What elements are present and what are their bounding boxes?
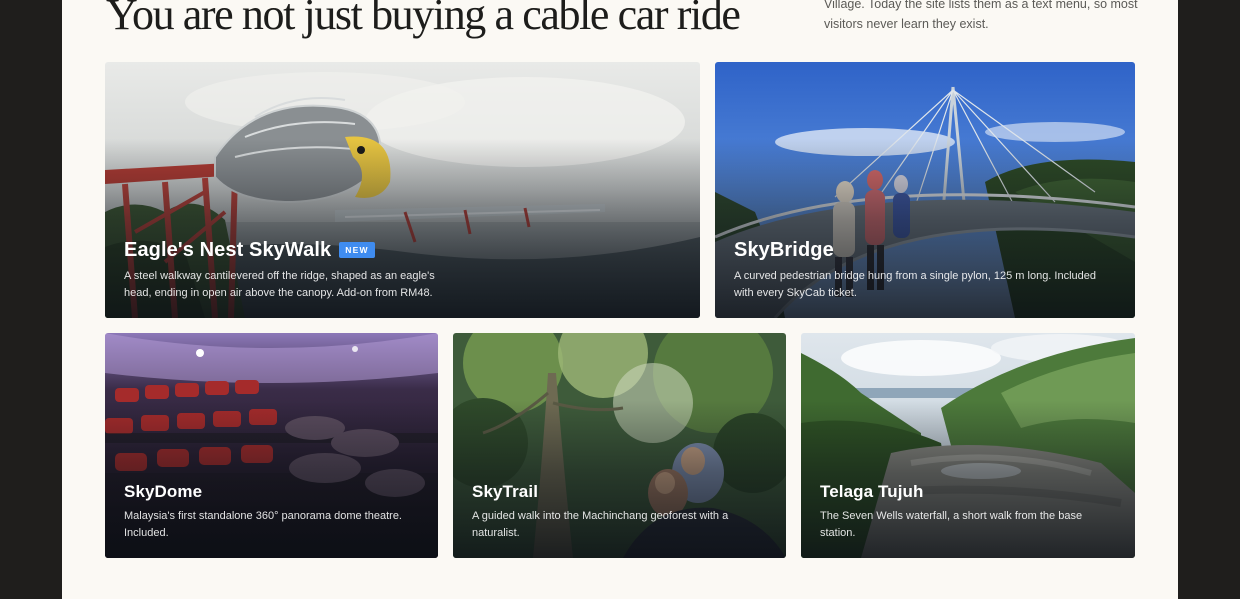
card-text: Eagle's Nest SkyWalk NEW A steel walkway…: [124, 238, 681, 302]
card-description: A curved pedestrian bridge hung from a s…: [734, 270, 1097, 299]
card-title-row: SkyTrail: [472, 481, 767, 502]
card-title-row: Eagle's Nest SkyWalk NEW: [124, 238, 681, 262]
card-text: SkyTrail A guided walk into the Machinch…: [472, 481, 767, 542]
card-text: Telaga Tujuh The Seven Wells waterfall, …: [820, 481, 1116, 542]
card-title-row: SkyDome: [124, 481, 419, 502]
card-text: SkyDome Malaysia's first standalone 360°…: [124, 481, 419, 542]
card-title: SkyBridge: [734, 239, 834, 261]
card-title-row: SkyBridge: [734, 238, 1116, 262]
card-title: SkyTrail: [472, 482, 539, 501]
section-intro: Village. Today the site lists them as a …: [824, 0, 1138, 31]
card-description: Malaysia's first standalone 360° panoram…: [124, 510, 402, 539]
card-description: A guided walk into the Machinchang geofo…: [472, 510, 729, 539]
card-eagles-nest-skywalk[interactable]: Eagle's Nest SkyWalk NEW A steel walkway…: [105, 62, 700, 318]
card-text: SkyBridge A curved pedestrian bridge hun…: [734, 238, 1116, 302]
new-badge: NEW: [339, 242, 375, 258]
card-title: Telaga Tujuh: [820, 482, 924, 501]
section-headline: You are not just buying a cable car ride: [106, 0, 741, 39]
card-title: SkyDome: [124, 482, 203, 501]
card-description: The Seven Wells waterfall, a short walk …: [820, 510, 1083, 539]
card-telaga-tujuh[interactable]: Telaga Tujuh The Seven Wells waterfall, …: [801, 333, 1135, 558]
card-skydome[interactable]: SkyDome Malaysia's first standalone 360°…: [105, 333, 438, 558]
card-title-row: Telaga Tujuh: [820, 481, 1116, 502]
page-panel: You are not just buying a cable car ride…: [62, 0, 1178, 599]
card-skybridge[interactable]: SkyBridge A curved pedestrian bridge hun…: [715, 62, 1135, 318]
card-title: Eagle's Nest SkyWalk: [124, 239, 332, 261]
card-skytrail[interactable]: SkyTrail A guided walk into the Machinch…: [453, 333, 786, 558]
card-description: A steel walkway cantilevered off the rid…: [124, 270, 435, 299]
